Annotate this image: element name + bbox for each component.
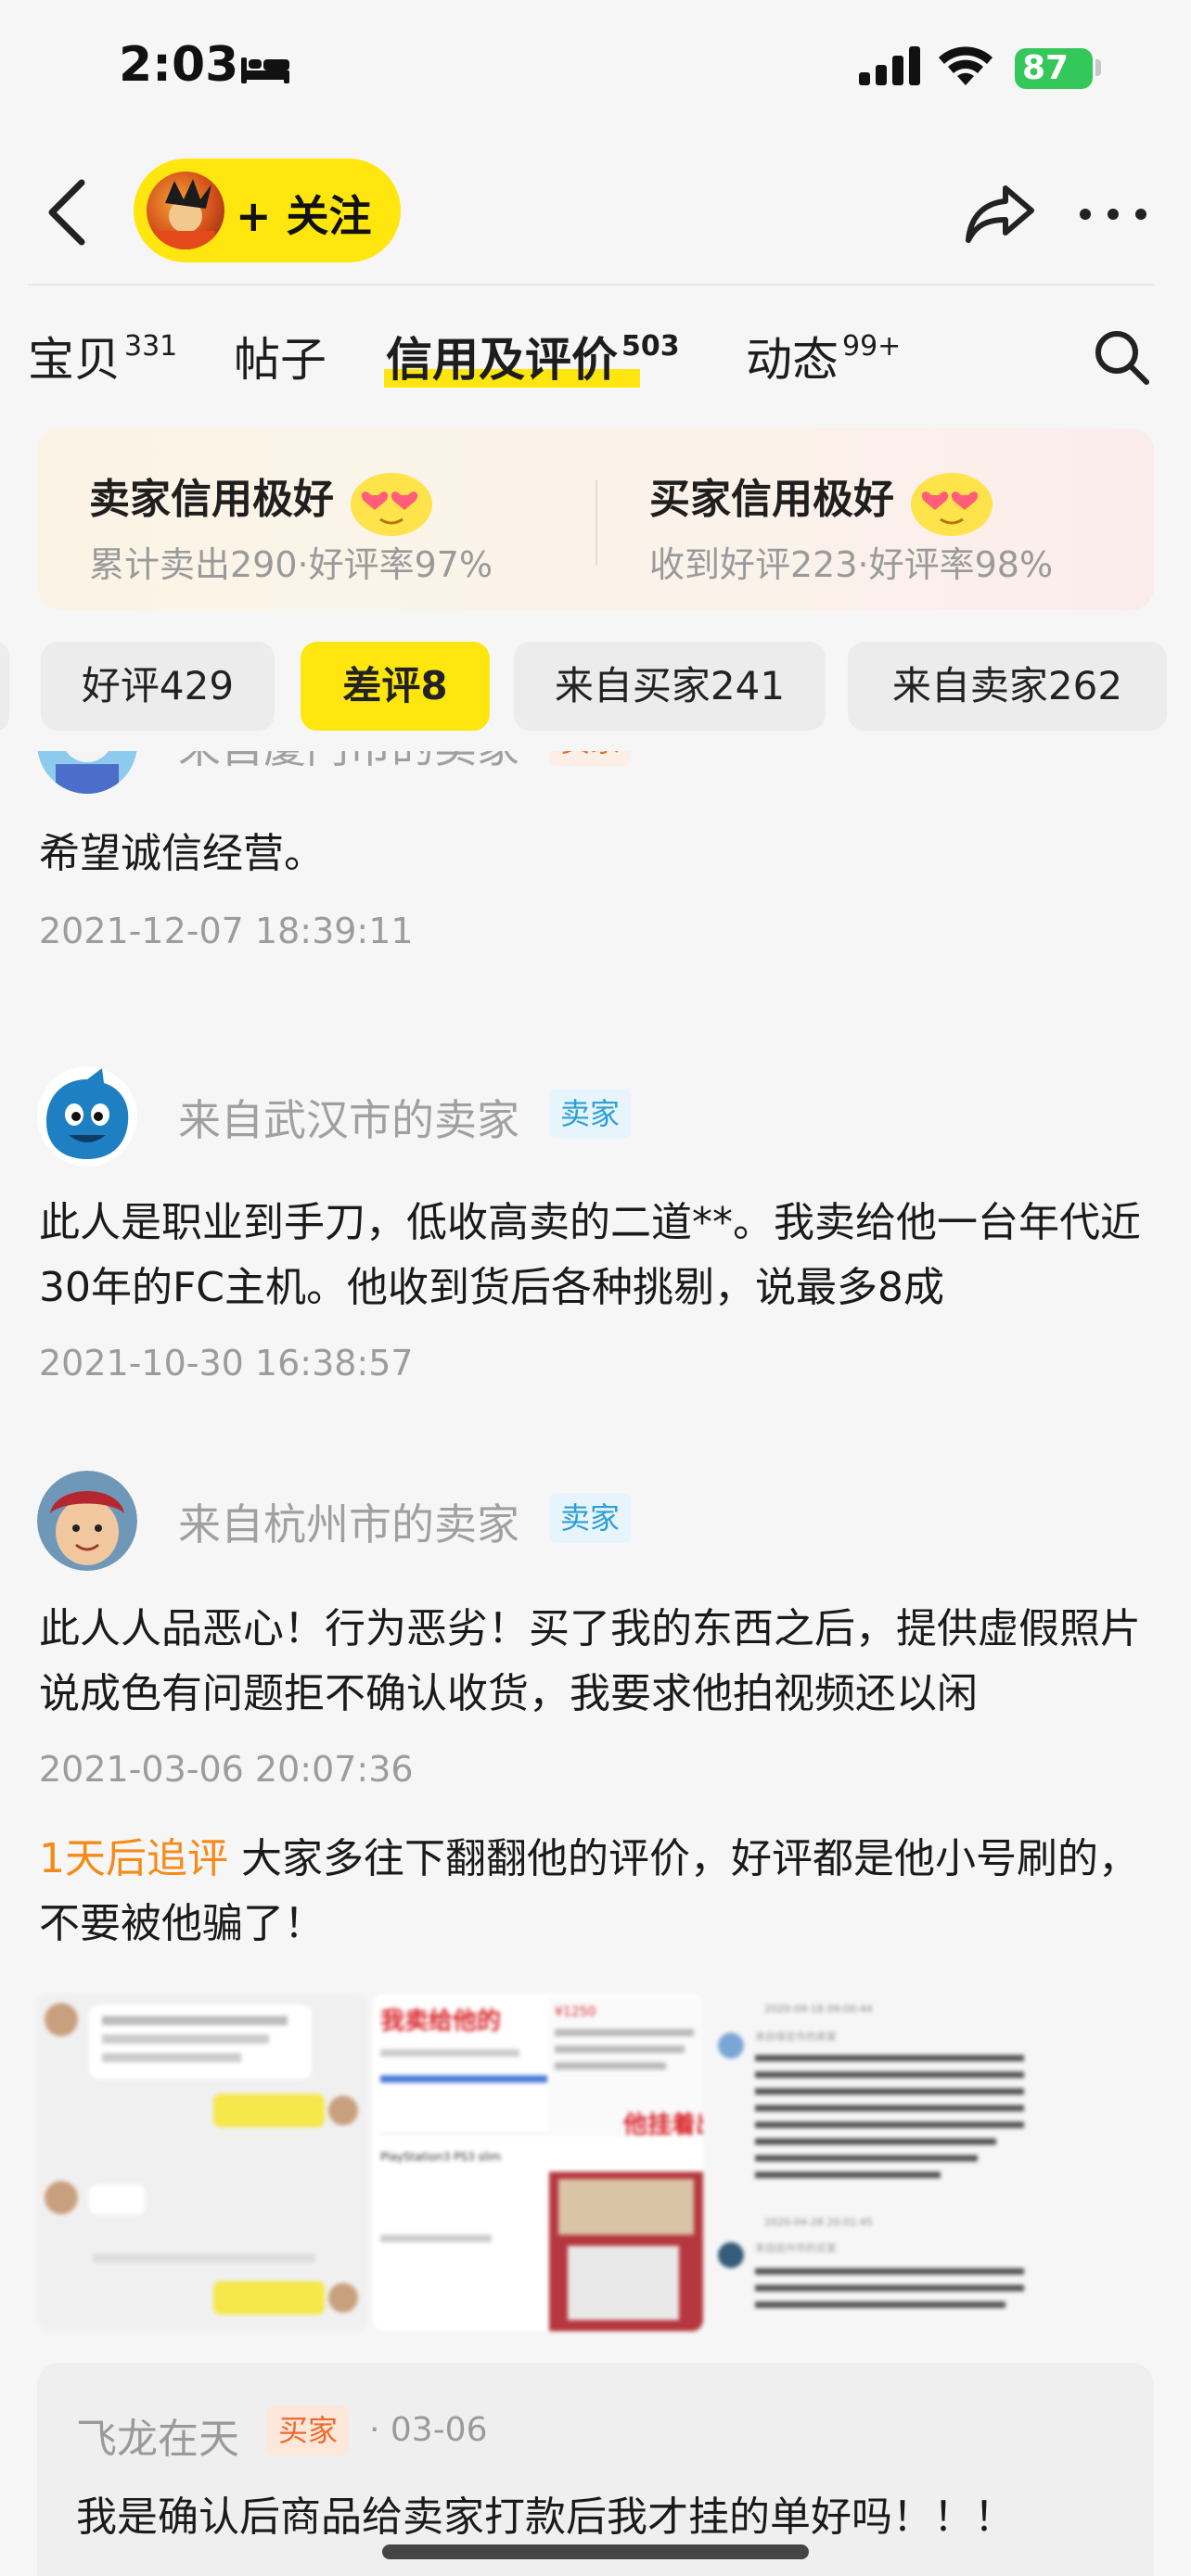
profile-tabs: 宝贝 331 帖子 信用及评价 503 动态 99+ bbox=[0, 297, 1191, 408]
photo-price-text: ¥1250 bbox=[555, 2005, 596, 2020]
review-time: 2021-03-06 20:07:36 bbox=[39, 1749, 414, 1790]
reply-date: · 03-06 bbox=[369, 2411, 488, 2449]
photo-title-text: 我卖给他的 bbox=[380, 2007, 501, 2035]
seller-credit: 卖家信用极好 累计卖出290·好评率97% bbox=[89, 460, 493, 587]
reply-role-badge: 买家 bbox=[267, 2405, 350, 2455]
status-bar: 2:03 87 bbox=[0, 0, 1191, 139]
review-text[interactable]: 此人是职业到手刀，低收高卖的二道**。我卖给他一台年代近30年的FC主机。他收到… bbox=[39, 1191, 1161, 1320]
tab-items[interactable]: 宝贝 331 bbox=[28, 323, 177, 389]
tab-count: 503 bbox=[621, 330, 680, 363]
top-nav: + 关注 bbox=[0, 153, 1191, 274]
back-icon[interactable] bbox=[41, 173, 96, 251]
tab-label: 宝贝 bbox=[28, 333, 121, 387]
credit-summary-card: 卖家信用极好 累计卖出290·好评率97% 买家信用极好 收到好评223·好评率… bbox=[37, 428, 1154, 610]
review-time: 2021-10-30 16:38:57 bbox=[39, 1343, 414, 1384]
nav-divider bbox=[28, 284, 1154, 286]
tab-credit-reviews[interactable]: 信用及评价 503 bbox=[386, 323, 680, 389]
reviewer-role-badge: 卖家 bbox=[549, 751, 632, 766]
cellular-signal-icon bbox=[859, 46, 920, 85]
reviewer-role-badge: 卖家 bbox=[549, 1493, 632, 1543]
review-item: 来自杭州市的卖家 卖家 此人人品恶心！行为恶劣！买了我的东西之后，提供虚假照片说… bbox=[37, 1471, 1159, 1823]
home-indicator[interactable] bbox=[382, 2544, 809, 2559]
follow-label: + 关注 bbox=[236, 191, 372, 241]
review-photo-chat[interactable] bbox=[37, 1994, 367, 2331]
filter-from-sellers[interactable]: 来自卖家262 bbox=[848, 642, 1167, 731]
seller-avatar bbox=[147, 172, 224, 249]
filter-negative[interactable]: 差评8 bbox=[301, 642, 490, 731]
buyer-credit-title: 买家信用极好 bbox=[649, 460, 1053, 536]
tab-count: 99+ bbox=[842, 330, 902, 363]
photo-from-text: 来自抚州市的买家 bbox=[755, 2241, 837, 2254]
tab-label: 信用及评价 bbox=[386, 333, 618, 387]
tab-posts[interactable]: 帖子 bbox=[234, 323, 327, 389]
photo-date-text: 2020-09-18 09:00:44 bbox=[764, 2003, 873, 2015]
reviewer-location: 来自杭州市的卖家 bbox=[178, 1499, 519, 1549]
filter-positive[interactable]: 好评429 bbox=[41, 642, 275, 731]
seller-credit-sub: 累计卖出290·好评率97% bbox=[89, 544, 493, 585]
tab-label: 动态 bbox=[746, 333, 839, 387]
filter-from-buyers[interactable]: 来自买家241 bbox=[514, 642, 826, 731]
sleep-mode-icon bbox=[241, 57, 289, 83]
reviewer-avatar[interactable] bbox=[37, 751, 137, 794]
tab-activity[interactable]: 动态 99+ bbox=[746, 323, 901, 389]
wifi-icon bbox=[939, 46, 992, 85]
reply-author: 飞龙在天 bbox=[76, 2416, 239, 2463]
credit-divider bbox=[596, 480, 597, 566]
status-time: 2:03 bbox=[119, 37, 239, 93]
review-photo-listing[interactable]: 我卖给他的 PlayStation3 PS3 slim ¥1250 他挂着出 bbox=[373, 1994, 703, 2331]
seller-credit-title: 卖家信用极好 bbox=[89, 460, 493, 536]
battery-level: 87 bbox=[1022, 49, 1069, 87]
review-text[interactable]: 此人人品恶心！行为恶劣！买了我的东西之后，提供虚假照片说成色有问题拒不确认收货，… bbox=[39, 1597, 1161, 1727]
heart-eyes-emoji-icon bbox=[911, 473, 992, 536]
share-icon[interactable] bbox=[965, 181, 1035, 246]
reply-text: 我是确认后商品给卖家打款后我才挂的单好吗！！！ bbox=[76, 2493, 1015, 2541]
review-text: 希望诚信经营。 bbox=[39, 830, 325, 877]
photo-date-text: 2020-04-28 20:01:45 bbox=[764, 2216, 873, 2228]
review-item: 来自武汉市的卖家 卖家 此人是职业到手刀，低收高卖的二道**。我卖给他一台年代近… bbox=[37, 1066, 1159, 1437]
buyer-credit-label: 买家信用极好 bbox=[649, 476, 894, 523]
photo-item-text: PlayStation3 PS3 slim bbox=[380, 2150, 501, 2163]
reviewer-avatar[interactable] bbox=[37, 1471, 137, 1571]
reviewer-avatar[interactable] bbox=[37, 1066, 137, 1167]
seller-credit-label: 卖家信用极好 bbox=[89, 476, 334, 523]
photo-tag-text: 他挂着出 bbox=[622, 2111, 703, 2139]
battery-indicator: 87 bbox=[1015, 48, 1093, 89]
buyer-credit: 买家信用极好 收到好评223·好评率98% bbox=[649, 460, 1053, 587]
battery-tip bbox=[1095, 59, 1101, 76]
buyer-credit-sub: 收到好评223·好评率98% bbox=[649, 544, 1054, 585]
filter-chip-offscreen[interactable] bbox=[0, 642, 9, 731]
review-photo-review-list[interactable]: 2020-09-18 09:00:44 来自保定市的卖家 2020-04-28 … bbox=[709, 1994, 1039, 2331]
followup-tag: 1天后追评 bbox=[39, 1835, 228, 1882]
review-time: 2021-12-07 18:39:11 bbox=[39, 911, 414, 951]
heart-eyes-emoji-icon bbox=[351, 473, 432, 536]
tab-count: 331 bbox=[124, 330, 178, 363]
reviewer-role-badge: 卖家 bbox=[549, 1089, 632, 1139]
review-filters: 好评429 差评8 来自买家241 来自卖家262 bbox=[0, 642, 1191, 734]
review-feed[interactable]: 来自厦门市的卖家 卖家 希望诚信经营。 2021-12-07 18:39:11 … bbox=[0, 751, 1191, 2576]
follow-button[interactable]: + 关注 bbox=[134, 159, 401, 262]
reviewer-location: 来自厦门市的卖家 bbox=[178, 751, 519, 775]
photo-from-text: 来自保定市的卖家 bbox=[755, 2030, 837, 2043]
review-photos: 我卖给他的 PlayStation3 PS3 slim ¥1250 他挂着出 bbox=[37, 1994, 1039, 2331]
review-item: 来自厦门市的卖家 卖家 希望诚信经营。 2021-12-07 18:39:11 bbox=[37, 751, 1159, 992]
followup-review: 1天后追评 大家多往下翻翻他的评价，好评都是他小号刷的，不要被他骗了！ bbox=[39, 1827, 1161, 1957]
more-options-icon[interactable] bbox=[1076, 196, 1150, 233]
search-icon[interactable] bbox=[1093, 328, 1150, 386]
tab-label: 帖子 bbox=[234, 333, 327, 387]
reviewer-location: 来自武汉市的卖家 bbox=[178, 1095, 519, 1145]
